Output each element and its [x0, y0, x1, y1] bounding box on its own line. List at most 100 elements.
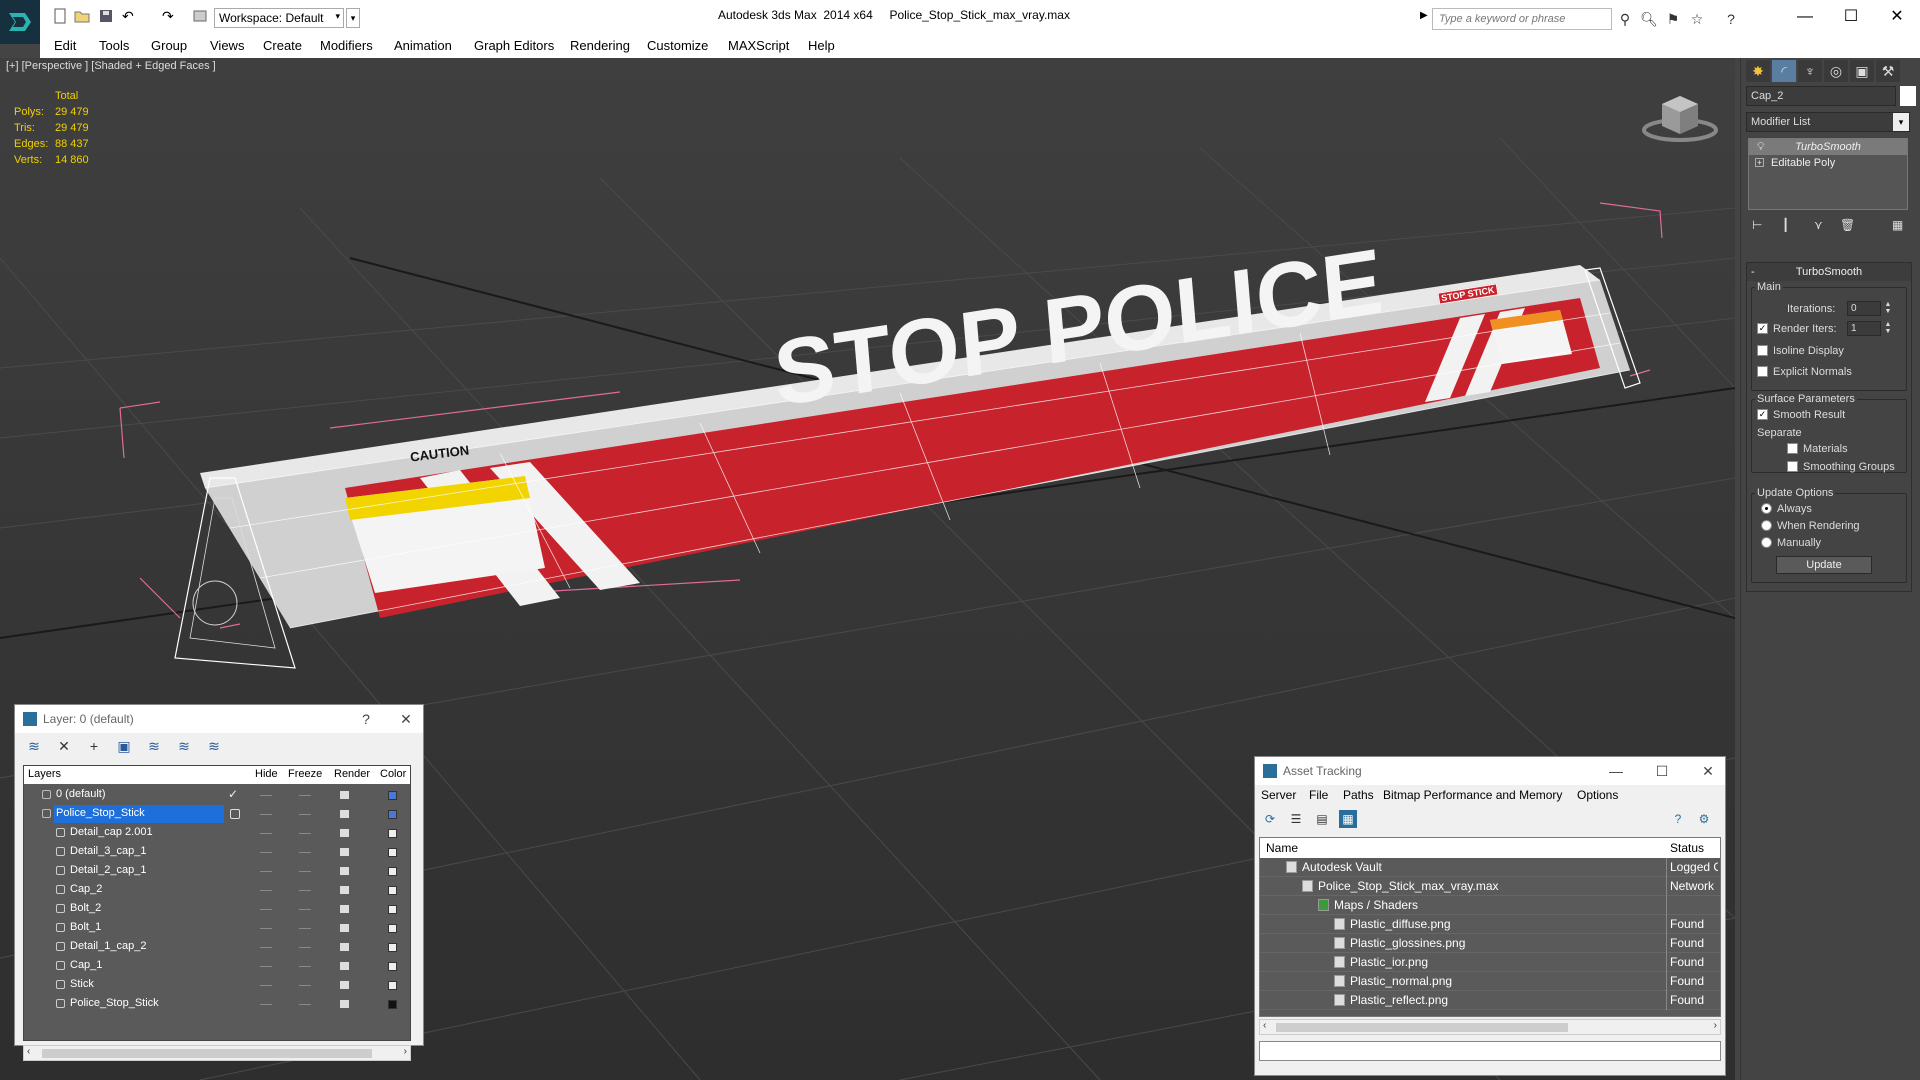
app-logo-icon[interactable] — [0, 0, 40, 44]
layer-row[interactable]: Detail_cap 2.001 — [24, 824, 410, 843]
hide-toggle[interactable] — [260, 909, 272, 910]
asset-row[interactable]: Autodesk Vault Logged O — [1260, 858, 1720, 877]
asset-row[interactable]: Police_Stop_Stick_max_vray.max Network — [1260, 877, 1720, 896]
hide-toggle[interactable] — [260, 947, 272, 948]
freeze-toggle[interactable] — [299, 1004, 311, 1005]
iterations-spinner[interactable]: 0 — [1847, 301, 1881, 316]
layer-color-swatch[interactable] — [388, 1000, 397, 1009]
layer-color-swatch[interactable] — [388, 886, 397, 895]
modify-tab-icon[interactable]: ◜ — [1772, 60, 1796, 82]
freeze-all-layers-icon[interactable]: ≋ — [205, 737, 223, 755]
column-name[interactable]: Name — [1266, 841, 1298, 855]
spinner-arrows-icon[interactable]: ▲ ▼ — [1883, 301, 1893, 316]
menu-maxscript[interactable]: MAXScript — [728, 38, 789, 53]
hide-toggle[interactable] — [260, 966, 272, 967]
context-help-icon[interactable]: ⚙ — [1695, 810, 1713, 828]
materials-checkbox[interactable] — [1787, 443, 1798, 454]
menu-create[interactable]: Create — [263, 38, 302, 53]
manually-radio[interactable] — [1761, 537, 1772, 548]
maximize-icon[interactable]: ☐ — [1647, 761, 1677, 781]
tree-view-icon[interactable]: ▤ — [1313, 810, 1331, 828]
layer-color-swatch[interactable] — [388, 981, 397, 990]
configure-sets-icon[interactable]: ▦ — [1892, 218, 1903, 232]
column-hide[interactable]: Hide — [255, 768, 278, 780]
layer-row[interactable]: Cap_2 — [24, 881, 410, 900]
freeze-toggle[interactable] — [299, 814, 311, 815]
layer-row[interactable]: Detail_3_cap_1 — [24, 843, 410, 862]
menu-edit[interactable]: Edit — [54, 38, 76, 53]
menu-animation[interactable]: Animation — [394, 38, 452, 53]
render-iters-checkbox[interactable]: ✓ — [1757, 323, 1768, 334]
lightbulb-icon[interactable]: 💡︎ — [1757, 139, 1765, 155]
hide-toggle[interactable] — [260, 985, 272, 986]
menu-customize[interactable]: Customize — [647, 38, 708, 53]
layer-row[interactable]: Detail_2_cap_1 — [24, 862, 410, 881]
asset-row[interactable]: Plastic_ior.png Found — [1260, 953, 1720, 972]
asset-row[interactable]: Plastic_glossines.png Found — [1260, 934, 1720, 953]
menu-file[interactable]: File — [1309, 788, 1328, 802]
explicit-normals-checkbox[interactable] — [1757, 366, 1768, 377]
menu-modifiers[interactable]: Modifiers — [320, 38, 373, 53]
subscription-icon[interactable]: ⚑ — [1664, 10, 1682, 28]
render-teapot-icon[interactable] — [340, 867, 349, 875]
make-unique-icon[interactable]: ⋎ — [1814, 218, 1823, 232]
menu-tools[interactable]: Tools — [99, 38, 129, 53]
quick-access-menu-icon[interactable]: ▾ — [346, 8, 360, 28]
expand-plus-icon[interactable]: + — [1755, 158, 1764, 167]
render-teapot-icon[interactable] — [340, 962, 349, 970]
render-teapot-icon[interactable] — [340, 1000, 349, 1008]
render-teapot-icon[interactable] — [340, 924, 349, 932]
render-teapot-icon[interactable] — [340, 905, 349, 913]
menu-options[interactable]: Options — [1577, 788, 1618, 802]
spinner-arrows-icon[interactable]: ▲ ▼ — [1883, 321, 1893, 336]
object-color-swatch[interactable] — [1900, 86, 1916, 106]
layer-color-swatch[interactable] — [388, 867, 397, 876]
freeze-toggle[interactable] — [299, 890, 311, 891]
display-tab-icon[interactable]: ▣ — [1850, 60, 1874, 82]
asset-row[interactable]: Plastic_normal.png Found — [1260, 972, 1720, 991]
create-layer-icon[interactable]: ≋ — [25, 737, 43, 755]
scroll-right-icon[interactable]: › — [404, 1046, 407, 1057]
layer-window-titlebar[interactable]: Layer: 0 (default) ? ✕ — [15, 705, 423, 733]
freeze-toggle[interactable] — [299, 928, 311, 929]
scroll-right-icon[interactable]: › — [1714, 1020, 1717, 1031]
highlight-layer-icon[interactable]: ≋ — [145, 737, 163, 755]
layer-color-swatch[interactable] — [388, 791, 397, 800]
column-render[interactable]: Render — [334, 768, 370, 780]
asset-row[interactable]: Plastic_reflect.png Found — [1260, 991, 1720, 1010]
add-to-layer-icon[interactable]: + — [85, 737, 103, 755]
project-folder-icon[interactable] — [192, 8, 210, 26]
render-teapot-icon[interactable] — [340, 829, 349, 837]
refresh-icon[interactable]: ⟳ — [1261, 810, 1279, 828]
render-teapot-icon[interactable] — [340, 886, 349, 894]
column-color[interactable]: Color — [380, 768, 406, 780]
open-file-icon[interactable] — [74, 8, 92, 26]
smoothing-groups-checkbox[interactable] — [1787, 461, 1798, 472]
viewcube-icon[interactable] — [1640, 86, 1720, 146]
asset-row[interactable]: Maps / Shaders — [1260, 896, 1720, 915]
pin-stack-icon[interactable]: ⊢ — [1752, 218, 1762, 232]
layer-color-swatch[interactable] — [388, 848, 397, 857]
when-rendering-radio[interactable] — [1761, 520, 1772, 531]
scrollbar-thumb[interactable] — [1276, 1023, 1568, 1032]
render-teapot-icon[interactable] — [340, 791, 349, 799]
menu-server[interactable]: Server — [1261, 788, 1296, 802]
show-end-result-icon[interactable]: ┃ — [1782, 218, 1789, 232]
hide-toggle[interactable] — [260, 871, 272, 872]
layer-row[interactable]: Detail_1_cap_2 — [24, 938, 410, 957]
layer-row[interactable]: Cap_1 — [24, 957, 410, 976]
freeze-toggle[interactable] — [299, 947, 311, 948]
rollout-header[interactable]: - TurboSmooth — [1747, 263, 1911, 281]
select-objects-icon[interactable]: ▣ — [115, 737, 133, 755]
layer-row[interactable]: ✓ 0 (default) — [24, 786, 410, 805]
asset-horizontal-scrollbar[interactable]: ‹ › — [1259, 1019, 1721, 1035]
search-icon[interactable]: 🔍︎ — [1640, 10, 1658, 28]
help-icon[interactable]: ? — [351, 709, 381, 729]
hide-toggle[interactable] — [260, 1004, 272, 1005]
search-expand-icon[interactable]: ▶ — [1420, 10, 1428, 21]
help-icon[interactable]: ? — [1669, 810, 1687, 828]
layer-color-swatch[interactable] — [388, 924, 397, 933]
binoculars-icon[interactable]: ⚲ — [1616, 10, 1634, 28]
hide-toggle[interactable] — [260, 814, 272, 815]
freeze-toggle[interactable] — [299, 795, 311, 796]
